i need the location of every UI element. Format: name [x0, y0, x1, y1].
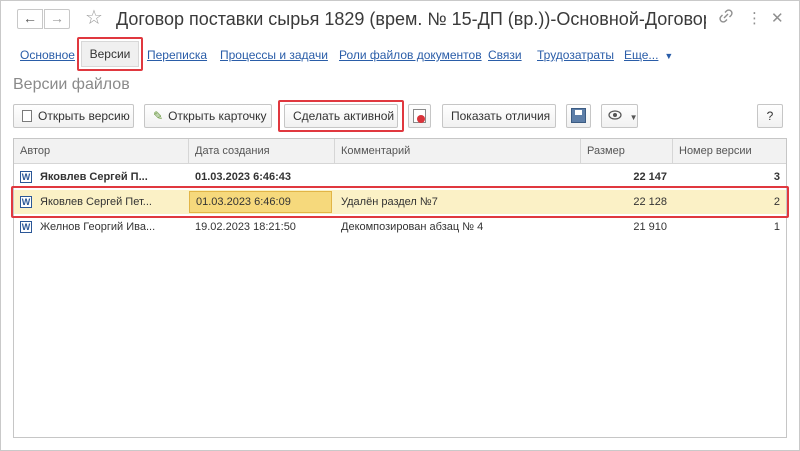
eye-icon-svg [608, 110, 622, 120]
tab-labor[interactable]: Трудозатраты [537, 48, 614, 62]
tab-more[interactable]: Еще... ▼ [624, 48, 673, 63]
cell-size: 22 128 [633, 196, 667, 208]
column-header-comment[interactable]: Комментарий [335, 139, 581, 163]
pencil-icon: ✎ [153, 109, 164, 123]
cell-comment: Удалён раздел №7 [341, 196, 438, 208]
column-header-version[interactable]: Номер версии [673, 139, 786, 163]
view-options-button[interactable]: ▼ [601, 104, 638, 128]
cell-version: 1 [773, 221, 780, 233]
table-header: Автор Дата создания Комментарий Размер Н… [14, 139, 786, 164]
cell-author: Яковлев Сергей Пет... [40, 196, 152, 208]
column-header-size[interactable]: Размер [581, 139, 673, 163]
open-card-label: Открыть карточку [168, 109, 267, 123]
cell-comment [335, 165, 581, 189]
open-card-button[interactable]: ✎ Открыть карточку [144, 104, 272, 128]
title-bar: ← → ☆ Договор поставки сырья 1829 (врем.… [1, 1, 799, 37]
save-icon [571, 108, 586, 123]
document-icon [22, 110, 32, 122]
tab-main[interactable]: Основное [20, 48, 75, 62]
make-active-button[interactable]: Сделать активной [284, 104, 398, 128]
document-window: ← → ☆ Договор поставки сырья 1829 (врем.… [0, 0, 800, 451]
cell-version: 2 [773, 196, 780, 208]
table-row[interactable]: W Яковлев Сергей П... 01.03.2023 6:46:43… [14, 165, 786, 189]
link-icon-svg [719, 9, 733, 23]
tab-file-roles[interactable]: Роли файлов документов [339, 48, 482, 62]
arrow-right-icon: → [50, 10, 64, 26]
help-button[interactable]: ? [757, 104, 783, 128]
tab-correspondence[interactable]: Переписка [147, 48, 207, 62]
word-document-icon: W [20, 221, 32, 233]
versions-table: Автор Дата создания Комментарий Размер Н… [11, 138, 789, 438]
tab-more-label: Еще... [624, 48, 659, 62]
delete-icon [413, 109, 426, 123]
cell-date: 01.03.2023 6:46:43 [195, 171, 292, 183]
word-document-icon: W [20, 171, 32, 183]
versions-toolbar: Открыть версию ✎ Открыть карточку Сделать… [1, 100, 799, 132]
table-row-selected[interactable]: W Яковлев Сергей Пет... 01.03.2023 6:46:… [14, 190, 786, 214]
window-title: Договор поставки сырья 1829 (врем. № 15-… [116, 9, 706, 29]
cell-author: Желнов Георгий Ива... [40, 221, 156, 233]
open-version-button[interactable]: Открыть версию [13, 104, 134, 128]
open-version-label: Открыть версию [38, 109, 130, 123]
column-header-date[interactable]: Дата создания [189, 139, 335, 163]
chevron-down-icon: ▼ [629, 113, 638, 122]
tab-links[interactable]: Связи [488, 48, 522, 62]
save-button[interactable] [566, 104, 591, 128]
close-icon[interactable]: ✕ [771, 9, 784, 29]
back-button[interactable]: ← [17, 9, 43, 29]
delete-version-button[interactable] [408, 104, 431, 128]
cell-author: Яковлев Сергей П... [40, 171, 148, 183]
cell-version: 3 [773, 171, 780, 183]
tab-versions[interactable]: Версии [81, 41, 139, 67]
link-icon[interactable] [719, 9, 733, 29]
show-diff-button[interactable]: Показать отличия [442, 104, 556, 128]
form-tabs: Основное Версии Переписка Процессы и зад… [1, 37, 799, 73]
more-icon[interactable]: ⋮ [747, 9, 762, 29]
cell-size: 22 147 [633, 171, 667, 183]
cell-date: 19.02.2023 18:21:50 [195, 221, 296, 233]
table-row[interactable]: W Желнов Георгий Ива... 19.02.2023 18:21… [14, 215, 786, 239]
tab-processes[interactable]: Процессы и задачи [220, 48, 328, 62]
forward-button[interactable]: → [44, 9, 70, 29]
star-icon[interactable]: ☆ [85, 6, 103, 30]
section-title: Версии файлов [13, 76, 130, 93]
cell-size: 21 910 [633, 221, 667, 233]
word-document-icon: W [20, 196, 32, 208]
eye-icon [608, 108, 626, 123]
cell-comment: Декомпозирован абзац № 4 [341, 221, 484, 233]
column-header-author[interactable]: Автор [14, 139, 189, 163]
arrow-left-icon: ← [23, 10, 37, 26]
chevron-down-icon: ▼ [664, 51, 674, 61]
cell-date: 01.03.2023 6:46:09 [189, 191, 332, 213]
